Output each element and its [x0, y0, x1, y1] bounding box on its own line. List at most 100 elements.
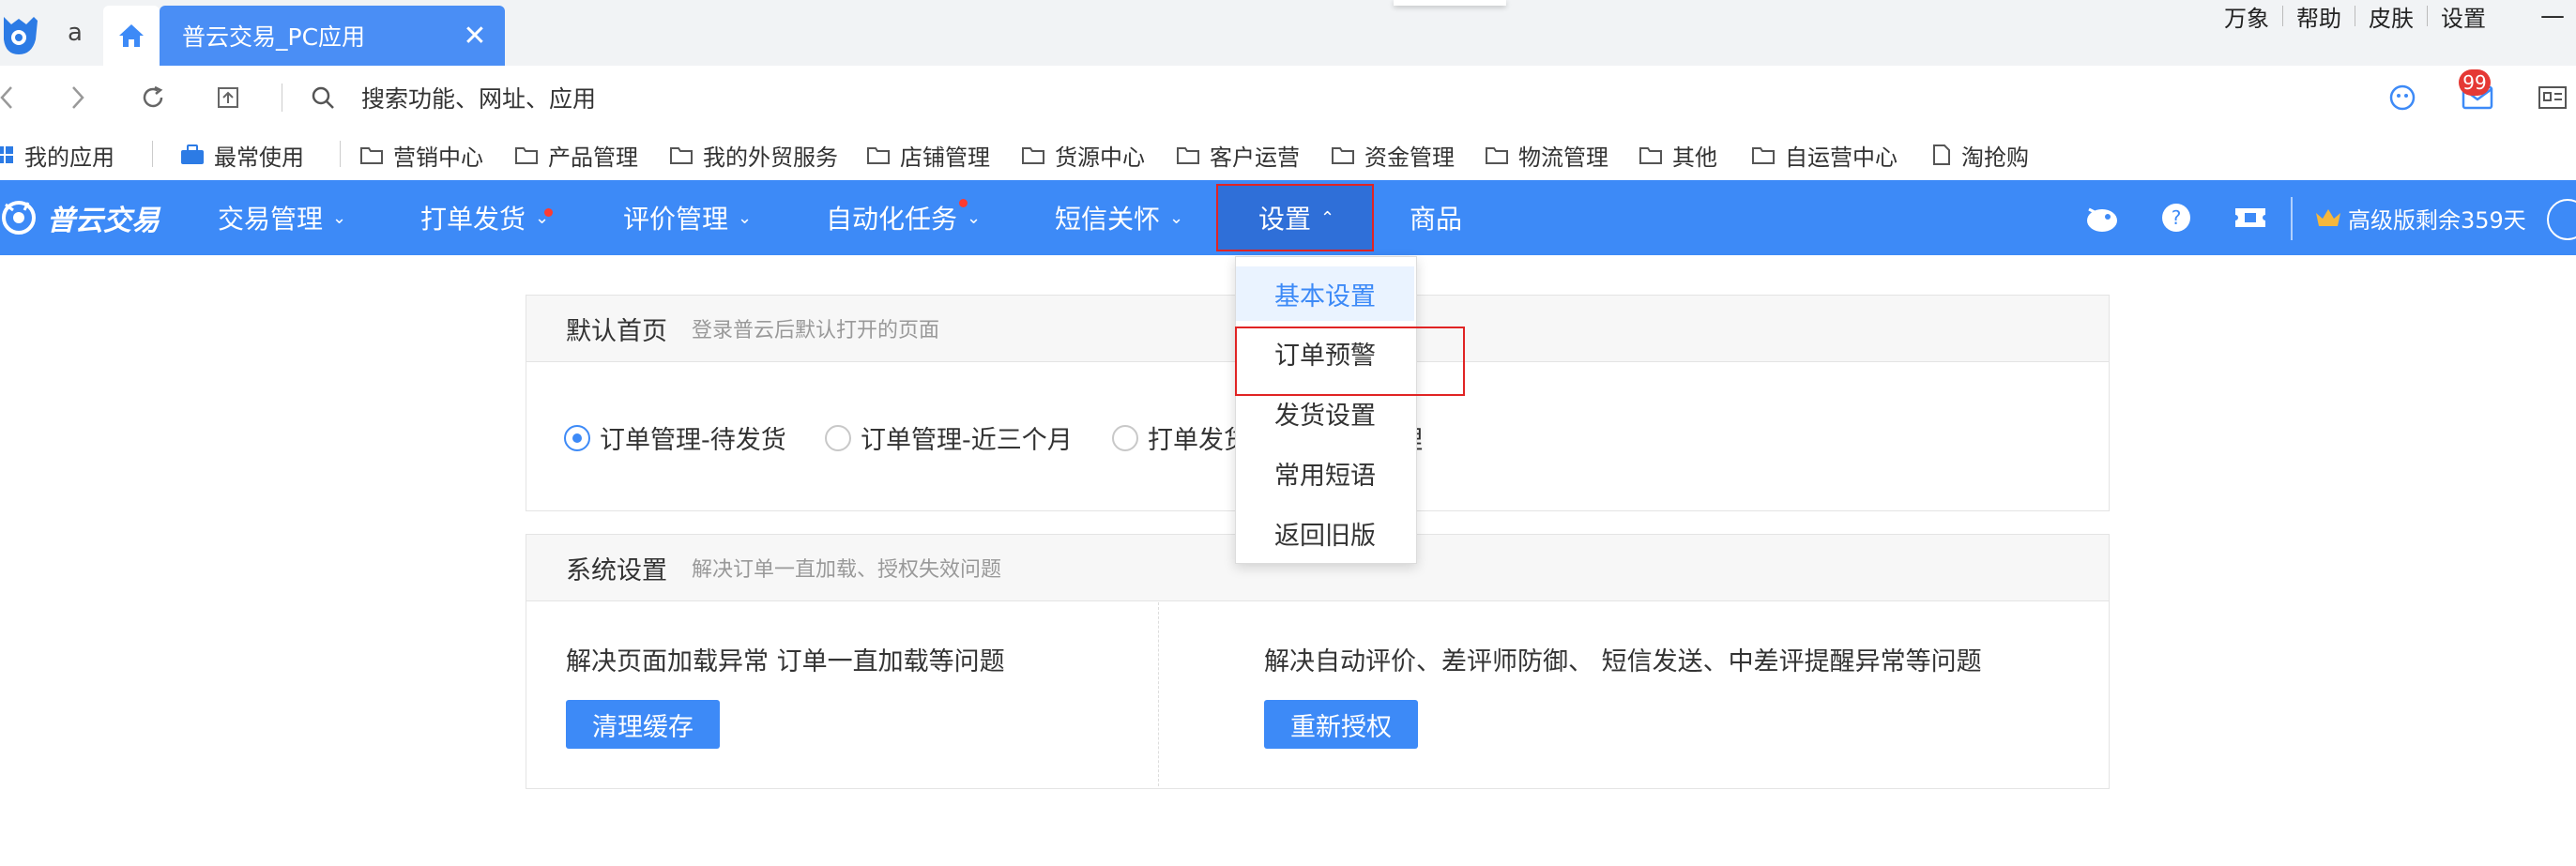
nav-settings[interactable]: 设置 ⌃ [1258, 180, 1334, 255]
nav-label: 交易管理 [218, 204, 324, 235]
bookmark-label: 客户运营 [1210, 144, 1300, 171]
radio-button [1112, 424, 1138, 451]
radio-button [564, 424, 590, 451]
chevron-down-icon: ⌄ [1169, 207, 1184, 228]
bookmark-trade-services[interactable]: 我的外贸服务 [669, 129, 838, 180]
radio-label: 订单管理-待发货 [600, 426, 786, 455]
chevron-up-icon: ⌃ [1320, 207, 1335, 228]
radio-button [825, 424, 851, 451]
close-icon[interactable]: ✕ [456, 17, 494, 54]
refresh-button[interactable] [134, 79, 172, 116]
top-links: 万象 帮助 皮肤 设置 [2224, 0, 2486, 32]
profile-card-icon[interactable] [2534, 79, 2571, 116]
nav-label: 打单发货 [420, 204, 526, 235]
forward-button[interactable] [58, 79, 96, 116]
bookmark-self-ops[interactable]: 自运营中心 [1751, 129, 1898, 180]
nav-print-ship[interactable]: 打单发货 ⌄ [420, 180, 549, 255]
app-logo[interactable]: 普云交易 [0, 180, 160, 255]
folder-icon [1486, 147, 1508, 164]
minimize-button[interactable]: — [2534, 0, 2571, 32]
back-button[interactable] [0, 79, 26, 116]
bookmark-label: 我的外贸服务 [703, 144, 838, 171]
settings-dropdown: 基本设置 订单预警 发货设置 常用短语 返回旧版 [1235, 256, 1417, 564]
folder-icon [515, 147, 538, 164]
bookmark-customer-ops[interactable]: 客户运营 [1176, 129, 1300, 180]
vip-status[interactable]: 高级版剩余359天 [2314, 180, 2526, 255]
dropdown-item-basic-settings[interactable]: 基本设置 [1236, 266, 1414, 321]
bird-icon[interactable] [2083, 180, 2121, 255]
top-link-settings[interactable]: 设置 [2441, 0, 2486, 33]
nav-label: 设置 [1258, 204, 1312, 235]
bookmark-label: 其他 [1672, 144, 1717, 171]
bookmark-other[interactable]: 其他 [1639, 129, 1717, 180]
dropdown-item-old-version[interactable]: 返回旧版 [1236, 506, 1414, 560]
bookmark-funds[interactable]: 资金管理 [1331, 129, 1455, 180]
browser-logo-icon [0, 11, 41, 58]
panel-title: 默认首页 [566, 316, 667, 346]
nav-label: 自动化任务 [826, 204, 958, 235]
top-link-help[interactable]: 帮助 [2296, 0, 2341, 33]
panel-subtitle: 解决订单一直加载、授权失效问题 [692, 558, 1002, 582]
bookmark-label: 最常使用 [214, 144, 304, 171]
assistant-icon[interactable] [2384, 79, 2421, 116]
nav-label: 评价管理 [623, 204, 729, 235]
top-link-sep [2282, 6, 2283, 26]
top-link-wanxiang[interactable]: 万象 [2224, 0, 2269, 33]
bookmark-taoqianggou[interactable]: 淘抢购 [1931, 129, 2029, 180]
refresh-icon [143, 85, 163, 108]
active-tab-title: 普云交易_PC应用 [182, 23, 366, 51]
nav-trade-management[interactable]: 交易管理 ⌄ [218, 180, 346, 255]
radio-print-ship[interactable]: 打单发货 [1112, 419, 1249, 456]
chevron-down-icon: ⌄ [738, 207, 753, 228]
bookmark-sourcing[interactable]: 货源中心 [1021, 129, 1145, 180]
nav-sms-care[interactable]: 短信关怀 ⌄ [1055, 180, 1183, 255]
panel-title: 系统设置 [566, 555, 667, 585]
reauthorize-desc: 解决自动评价、差评师防御、 短信发送、中差评提醒异常等问题 [1264, 647, 1982, 676]
folder-icon [1177, 147, 1199, 164]
radio-order-pending[interactable]: 订单管理-待发货 [564, 419, 786, 456]
clear-cache-button[interactable]: 清理缓存 [566, 700, 720, 749]
bookmark-shop[interactable]: 店铺管理 [866, 129, 990, 180]
bookmark-logistics[interactable]: 物流管理 [1485, 129, 1608, 180]
home-tab[interactable] [103, 6, 160, 66]
restore-button[interactable] [209, 79, 247, 116]
svg-text:?: ? [2172, 206, 2182, 229]
tab-short[interactable]: a [52, 0, 99, 66]
nav-divider [2291, 197, 2293, 240]
back-icon [0, 86, 12, 109]
reauthorize-button[interactable]: 重新授权 [1264, 700, 1418, 749]
document-icon [1933, 144, 1950, 165]
top-link-sep [2427, 6, 2428, 26]
folder-icon [1752, 147, 1775, 164]
folder-icon [360, 147, 383, 164]
active-tab[interactable]: 普云交易_PC应用 ✕ [160, 6, 505, 66]
bookmark-label: 物流管理 [1518, 144, 1608, 171]
ticket-icon[interactable] [2233, 180, 2267, 255]
bookmark-most-used[interactable]: 最常使用 [180, 129, 304, 180]
nav-automation-tasks[interactable]: 自动化任务 ⌄ [826, 180, 981, 255]
bookmark-label: 货源中心 [1055, 144, 1145, 171]
forward-icon [72, 86, 84, 109]
app-logo-text: 普云交易 [47, 205, 160, 237]
home-icon [119, 24, 144, 47]
popup-edge [1394, 0, 1506, 6]
vip-text: 高级版剩余359天 [2348, 206, 2526, 234]
help-icon[interactable]: ? [2160, 180, 2192, 255]
bookmark-marketing[interactable]: 营销中心 [359, 129, 483, 180]
highlight-box [1235, 327, 1465, 396]
bookmark-my-apps[interactable]: 我的应用 [0, 129, 114, 180]
dropdown-item-common-phrases[interactable]: 常用短语 [1236, 446, 1414, 500]
address-input[interactable]: 搜索功能、网址、应用 [361, 81, 596, 114]
nav-label: 短信关怀 [1055, 204, 1161, 235]
bookmark-label: 淘抢购 [1961, 144, 2029, 171]
nav-review-management[interactable]: 评价管理 ⌄ [623, 180, 752, 255]
tab-short-label: a [68, 19, 83, 47]
nav-products[interactable]: 商品 [1410, 180, 1462, 255]
puyun-logo-icon [2, 201, 36, 235]
bookmark-sep [152, 141, 153, 167]
app-grid-icon [0, 146, 13, 163]
briefcase-icon [181, 144, 204, 164]
bookmark-products[interactable]: 产品管理 [514, 129, 638, 180]
radio-order-3months[interactable]: 订单管理-近三个月 [825, 419, 1073, 456]
top-link-skin[interactable]: 皮肤 [2369, 0, 2414, 33]
